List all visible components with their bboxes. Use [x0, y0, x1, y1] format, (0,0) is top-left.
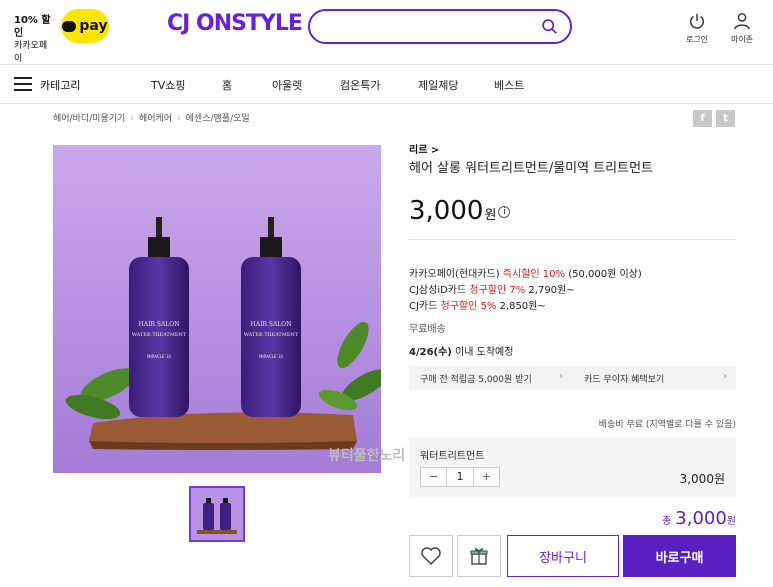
decrease-button[interactable]: −: [421, 468, 446, 486]
chat-bubble-icon: [62, 20, 77, 32]
free-shipping-label: 무료배송: [409, 324, 446, 335]
total-unit: 원: [726, 516, 736, 527]
nav-category[interactable]: 카테고리: [40, 77, 80, 93]
selected-option-box: 워터트리트먼트 − 1 + 3,000원: [409, 437, 736, 497]
option-name: 워터트리트먼트: [420, 451, 485, 462]
benefit-text: 카카오페이(현대카드): [409, 269, 503, 280]
total-price: 총 3,000원: [409, 508, 736, 529]
benefit-text: CJ카드: [409, 301, 441, 312]
delivery-text: 이내 도착예정: [451, 347, 514, 358]
option-price: 3,000원: [679, 472, 725, 486]
chevron-right-icon: ›: [723, 371, 727, 382]
bottle-label: HAIR SALON: [251, 321, 292, 328]
reward-points-link[interactable]: 구매 전 적립금 5,000원 받기: [420, 372, 532, 385]
chevron-right-icon: ›: [130, 114, 134, 124]
divider: [409, 239, 736, 240]
bottle-label: WATER TREATMENT: [132, 332, 187, 338]
user-icon: [734, 13, 750, 30]
pay-badge-label: pay: [79, 18, 108, 34]
total-amount: 3,000: [675, 508, 727, 529]
bottle-label: HAIR SALON: [139, 321, 180, 328]
info-icon[interactable]: i: [498, 205, 511, 218]
quantity-stepper: − 1 +: [420, 467, 500, 487]
pay-promo-provider: 카카오페이: [14, 41, 48, 64]
add-to-cart-button[interactable]: 장바구니: [507, 535, 619, 577]
power-icon: [689, 13, 705, 29]
price-amount: 3,000: [409, 196, 484, 226]
bottle-label: WATER TREATMENT: [244, 332, 299, 338]
kakao-pay-badge[interactable]: pay: [61, 9, 109, 43]
benefit-samsung-card: CJ삼성iD카드 청구할인 7% 2,790원~: [409, 281, 575, 296]
nav-item-outlet[interactable]: 아울렛: [272, 77, 302, 93]
promo-bar: 구매 전 적립금 5,000원 받기 › 카드 무이자 혜택보기 ›: [409, 366, 736, 390]
mypage-button[interactable]: 마이존: [722, 12, 762, 45]
search-icon[interactable]: [541, 18, 558, 35]
mypage-label: 마이존: [730, 35, 754, 44]
breadcrumb-item[interactable]: 에센스/앰플/오일: [186, 114, 250, 124]
nav-item-best[interactable]: 베스트: [494, 77, 524, 93]
nav-item-special-deals[interactable]: 컴온특가: [340, 77, 380, 93]
shipping-fee-note: 배송비 무료 (지역별로 다를 수 있음): [598, 420, 736, 430]
benefit-text: (50,000원 이상): [565, 269, 642, 280]
product-title: 헤어 살롱 워터트리트먼트/물미역 트리트먼트: [409, 161, 654, 176]
facebook-share-icon[interactable]: f: [693, 110, 712, 127]
wishlist-button[interactable]: [409, 535, 453, 577]
thumbnail-photo: [191, 488, 243, 540]
breadcrumb: 헤어/바디/미용기기 › 헤어케어 › 에센스/앰플/오일: [53, 111, 250, 124]
chevron-right-icon: ›: [559, 371, 563, 382]
site-header: 10% 할인 카카오페이 pay CJ ONSTYLE 로그인 마이존: [0, 0, 773, 64]
nav-item-home[interactable]: 홈: [222, 77, 232, 93]
login-button[interactable]: 로그인: [677, 12, 717, 45]
breadcrumb-item[interactable]: 헤어케어: [139, 114, 172, 124]
nav-item-cj-foods[interactable]: 제일제당: [418, 77, 458, 93]
benefit-discount: 청구할인 5%: [440, 301, 497, 312]
benefit-discount: 청구할인 7%: [469, 285, 526, 296]
benefit-text: 2,850원~: [496, 301, 546, 312]
bottle-label: MIRACLE 10: [259, 354, 283, 359]
breadcrumb-item[interactable]: 헤어/바디/미용기기: [53, 114, 125, 124]
hamburger-icon[interactable]: [14, 77, 32, 91]
increase-button[interactable]: +: [474, 468, 499, 486]
pay-promo-text[interactable]: 10% 할인 카카오페이: [14, 14, 54, 66]
site-logo[interactable]: CJ ONSTYLE: [167, 11, 303, 36]
watermark-text: 뷰티풀한노리: [328, 448, 406, 464]
buy-now-button[interactable]: 바로구매: [623, 535, 736, 577]
price-unit: 원: [484, 208, 497, 223]
search-bar: [308, 9, 572, 44]
gift-button[interactable]: [457, 535, 501, 577]
product-price: 3,000원 i: [409, 196, 511, 226]
delivery-estimate: 4/26(수) 이내 도착예정: [409, 343, 513, 358]
login-label: 로그인: [685, 35, 709, 44]
heart-icon: [421, 547, 441, 565]
benefit-cj-card: CJ카드 청구할인 5% 2,850원~: [409, 297, 546, 312]
product-photo: HAIR SALON WATER TREATMENT MIRACLE 10 HA…: [53, 145, 381, 473]
twitter-share-icon[interactable]: t: [716, 110, 735, 127]
search-input[interactable]: [324, 17, 534, 37]
brand-link[interactable]: 리르 >: [409, 141, 439, 156]
product-thumbnail[interactable]: [189, 486, 245, 542]
pay-promo-discount: 10% 할인: [14, 15, 51, 39]
card-installment-link[interactable]: 카드 무이자 혜택보기: [584, 372, 664, 385]
chevron-right-icon: ›: [177, 114, 181, 124]
gift-icon: [470, 548, 488, 565]
total-label: 총: [662, 516, 672, 527]
benefit-kakaopay: 카카오페이(현대카드) 즉시할인 10% (50,000원 이상): [409, 265, 642, 280]
main-nav: 카테고리 TV쇼핑 홈 아울렛 컴온특가 제일제당 베스트: [0, 64, 773, 104]
benefit-text: 2,790원~: [525, 285, 575, 296]
delivery-date: 4/26(수): [409, 347, 452, 358]
bottle-label: MIRACLE 10: [147, 354, 171, 359]
benefit-discount: 즉시할인 10%: [502, 269, 566, 280]
product-main-image: HAIR SALON WATER TREATMENT MIRACLE 10 HA…: [53, 145, 381, 473]
quantity-value[interactable]: 1: [446, 468, 474, 486]
nav-item-tv-shopping[interactable]: TV쇼핑: [151, 77, 185, 93]
benefit-text: CJ삼성iD카드: [409, 285, 470, 296]
